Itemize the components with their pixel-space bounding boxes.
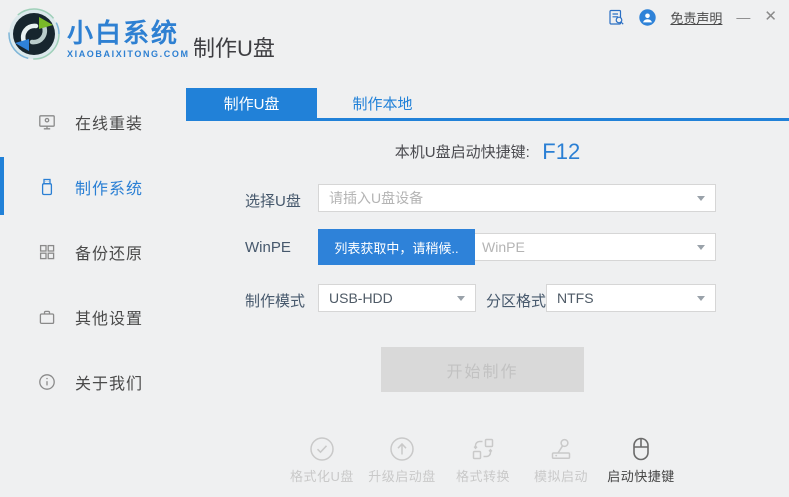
winpe-value: WinPE [482,239,525,255]
sidebar-item-label: 备份还原 [75,240,143,264]
tool-label: 升级启动盘 [368,466,436,485]
close-button[interactable]: ✕ [764,6,777,28]
chevron-down-icon [697,196,705,201]
boot-hotkey-line: 本机U盘启动快捷键: F12 [186,139,789,165]
boot-hotkey-label: 本机U盘启动快捷键: [395,144,530,161]
brand-domain: XIAOBAIXITONG.COM [67,49,190,59]
sidebar-item-label: 在线重装 [75,110,143,134]
info-icon [38,373,56,391]
chevron-down-icon [697,296,705,301]
disclaimer-link[interactable]: 免责声明 [670,8,722,27]
winpe-loading-tooltip: 列表获取中，请稍候.. [318,229,475,265]
make-mode-value: USB-HDD [329,290,393,306]
brand-name: 小白系统 [67,19,190,47]
check-circle-icon [309,436,335,462]
winpe-label: WinPE [245,239,291,256]
titlebar-controls: 免责声明 — ✕ [608,6,777,28]
tool-label: 格式化U盘 [290,466,354,485]
sidebar-item-label: 关于我们 [75,370,143,394]
make-mode-label: 制作模式 [245,290,305,311]
brand-text: 小白系统 XIAOBAIXITONG.COM [67,19,190,59]
sidebar-item-about-us[interactable]: 关于我们 [0,370,186,394]
mouse-icon [628,436,654,462]
select-udisk-label: 选择U盘 [245,190,301,211]
monitor-icon [38,113,56,131]
brand-logo-icon [8,8,60,60]
usb-drive-icon [38,178,56,196]
briefcase-icon [38,308,56,326]
app-window: 小白系统 XIAOBAIXITONG.COM 制作U盘 免责声明 — ✕ [0,0,789,497]
tab-make-local[interactable]: 制作本地 [317,88,448,118]
customer-service-icon[interactable] [639,9,656,26]
sidebar-item-label: 制作系统 [75,175,143,199]
convert-icon [470,436,496,462]
tool-label: 格式转换 [456,466,510,485]
tool-boot-hotkey[interactable]: 启动快捷键 [599,436,683,485]
tool-format-convert[interactable]: 格式转换 [441,436,525,485]
udisk-placeholder: 请插入U盘设备 [329,188,423,208]
tab-bar: 制作U盘 制作本地 [186,88,789,121]
tool-format-udisk[interactable]: 格式化U盘 [280,436,364,485]
tab-underline [186,118,789,121]
license-doc-icon[interactable] [608,9,625,26]
sidebar-item-backup-restore[interactable]: 备份还原 [0,240,186,264]
sidebar-item-label: 其他设置 [75,305,143,329]
minimize-button[interactable]: — [736,6,750,28]
tool-simulate-boot[interactable]: 模拟启动 [519,436,603,485]
tool-label: 模拟启动 [534,466,588,485]
chevron-down-icon [697,245,705,250]
partition-format-label: 分区格式 [486,290,546,311]
sidebar-item-make-system[interactable]: 制作系统 [0,175,186,199]
arrow-up-circle-icon [389,436,415,462]
grid-icon [38,243,56,261]
udisk-select[interactable]: 请插入U盘设备 [318,184,716,212]
tool-upgrade-bootdisk[interactable]: 升级启动盘 [360,436,444,485]
partition-format-value: NTFS [557,290,594,306]
partition-format-select[interactable]: NTFS [546,284,716,312]
make-mode-select[interactable]: USB-HDD [318,284,476,312]
page-title: 制作U盘 [193,31,275,63]
tool-label: 启动快捷键 [607,466,675,485]
sidebar-item-online-reinstall[interactable]: 在线重装 [0,110,186,134]
boot-hotkey-value: F12 [542,139,580,164]
joystick-icon [548,436,574,462]
sidebar-item-other-settings[interactable]: 其他设置 [0,305,186,329]
chevron-down-icon [457,296,465,301]
start-make-button[interactable]: 开始制作 [381,347,584,392]
tab-make-usb[interactable]: 制作U盘 [186,88,317,118]
